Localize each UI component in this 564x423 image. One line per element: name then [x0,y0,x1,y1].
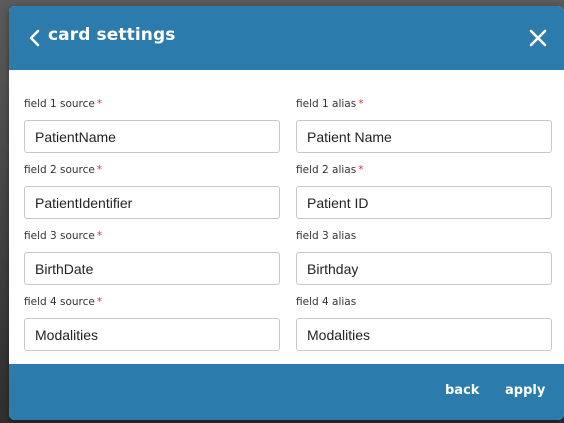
field-2-alias: field 2 alias * [296,163,552,219]
field-1-alias-input[interactable] [296,120,552,153]
field-2-source: field 2 source * [24,163,280,219]
field-label: field 4 alias [296,296,357,308]
field-4-alias-input[interactable] [296,318,552,351]
field-label: field 2 source * [24,164,103,176]
field-label: field 3 alias [296,230,357,242]
field-4-alias: field 4 alias [296,295,552,351]
dialog-footer: back apply [9,364,564,420]
field-1-source-input[interactable] [24,120,280,153]
field-3-source: field 3 source * [24,229,280,285]
field-2-alias-input[interactable] [296,186,552,219]
required-asterisk: * [358,98,364,110]
chevron-left-icon[interactable] [28,28,42,48]
card-settings-dialog: card settings field 1 source* field 1 al… [9,6,564,420]
field-4-source: field 4 source * [24,295,280,351]
required-asterisk: * [96,296,103,308]
field-4-source-input[interactable] [24,318,280,351]
field-3-source-input[interactable] [24,252,280,285]
field-1-source: field 1 source * [24,97,280,153]
field-label: field 1 source * [24,98,103,110]
field-2-source-input[interactable] [24,186,280,219]
required-asterisk: * [358,164,364,176]
required-asterisk: * [96,98,103,110]
field-label: field 1 alias * [296,98,364,110]
field-label: field 3 source * [24,230,103,242]
dialog-body: field 1 source* field 1 alias* field 2 s… [9,70,564,364]
close-icon[interactable] [528,28,548,48]
back-button[interactable]: back [445,383,479,398]
field-3-alias-input[interactable] [296,252,552,285]
required-asterisk: * [96,230,103,242]
required-asterisk: * [96,164,103,176]
field-3-alias: field 3 alias [296,229,552,285]
field-label: field 2 alias * [296,164,364,176]
field-label: field 4 source * [24,296,103,308]
dialog-header: card settings [9,6,564,70]
field-1-alias: field 1 alias * [296,97,552,153]
dialog-title: card settings [48,25,176,45]
apply-button[interactable]: apply [505,383,545,398]
